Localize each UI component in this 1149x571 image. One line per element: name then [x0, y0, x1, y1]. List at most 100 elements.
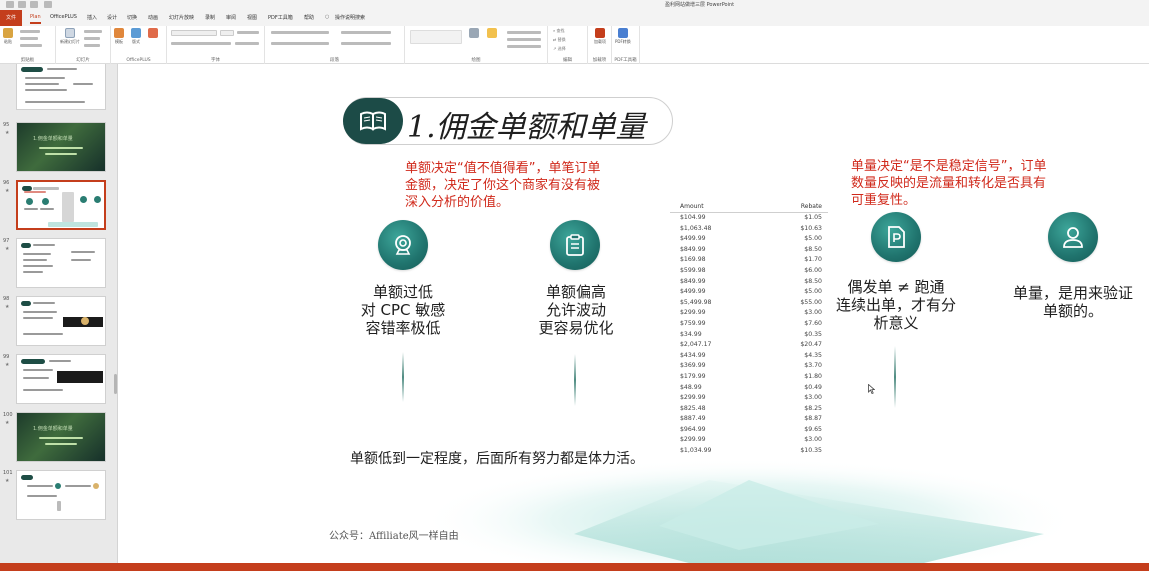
shapes-gallery[interactable] — [410, 30, 462, 44]
table-header: Amount Rebate — [670, 202, 828, 213]
tab-pdf-toolbox[interactable]: PDF工具箱 — [268, 14, 293, 21]
amount-cell: $5,499.98 — [680, 298, 712, 306]
new-slide-button[interactable]: 新建幻灯片 — [60, 28, 80, 45]
layout-label: 版式 — [132, 39, 140, 44]
tell-me-search[interactable]: 操作说明搜索 — [335, 14, 365, 21]
paste-button[interactable]: 粘贴 — [3, 28, 13, 45]
smartart-button[interactable] — [341, 42, 391, 45]
font-color-buttons[interactable] — [235, 42, 259, 45]
rebate-cell: $3.00 — [804, 436, 822, 444]
reset-button[interactable] — [84, 37, 100, 40]
copy-button[interactable] — [20, 37, 38, 40]
shape-outline-button[interactable] — [507, 38, 541, 41]
redo-icon[interactable] — [30, 1, 38, 8]
slide-thumbnail-99[interactable] — [16, 354, 106, 404]
group-officeplus: 模板 版式 OfficePLUS — [111, 26, 167, 64]
find-button[interactable]: ⌕ 查找 — [553, 28, 565, 34]
template-button[interactable]: 模板 — [114, 28, 124, 45]
document-p-icon — [871, 212, 921, 262]
slide-thumbnail-95[interactable]: 1.佣金单额和单量 — [16, 122, 106, 172]
pdf-convert-button[interactable]: PDF转换 — [615, 28, 631, 45]
layout-button[interactable]: 版式 — [131, 28, 141, 45]
slide-thumbnail-100[interactable]: 1.佣金单额和单量 — [16, 412, 106, 462]
font-name-select[interactable] — [171, 30, 217, 36]
right-note[interactable]: 单量决定“是不是稳定信号”，订单 数量反映的是流量和转化是否具有 可重复性。 — [851, 158, 1046, 209]
tab-insert[interactable]: 插入 — [87, 14, 97, 21]
amount-header: Amount — [680, 203, 704, 210]
quick-styles-button[interactable] — [487, 28, 497, 39]
tab-animations[interactable]: 动画 — [148, 14, 158, 21]
font-style-buttons[interactable] — [171, 42, 231, 45]
left-note[interactable]: 单额决定“值不值得看”，单笔订单 金额，决定了你这个商家有没有被 深入分析的价值… — [405, 160, 600, 211]
slide-thumbnail-101[interactable] — [16, 470, 106, 520]
table-row: $887.49 $8.87 — [670, 414, 828, 425]
layout-dropdown[interactable] — [84, 30, 102, 33]
table-row: $849.99 $8.50 — [670, 277, 828, 288]
group-label-officeplus: OfficePLUS — [126, 58, 151, 63]
col3-text[interactable]: 偶发单 ≠ 跑通 连续出单，才有分 析意义 — [826, 278, 966, 332]
tab-view[interactable]: 视图 — [247, 14, 257, 21]
ribbon: 粘贴 剪贴板 新建幻灯片 幻灯片 模板 版式 OfficePLUS 字体 段落 … — [0, 26, 1149, 64]
save-icon[interactable] — [6, 1, 14, 8]
status-bar — [0, 563, 1149, 571]
col1-text[interactable]: 单额过低 对 CPC 敏感 容错率极低 — [344, 283, 462, 337]
right-note-line: 单量决定“是不是稳定信号”，订单 — [851, 159, 1047, 174]
shape-effects-button[interactable] — [507, 45, 541, 48]
section-dropdown[interactable] — [84, 44, 100, 47]
group-pdf-toolbox: PDF转换 PDF工具箱 — [612, 26, 640, 64]
tab-review[interactable]: 审阅 — [226, 14, 236, 21]
footer-text[interactable]: 公众号：Affiliate风一样自由 — [329, 527, 459, 542]
amount-cell: $34.99 — [680, 330, 702, 338]
rebate-cell: $8.25 — [804, 404, 822, 412]
slide-thumbnail-96[interactable] — [16, 180, 106, 230]
thumbnail-pane-scrollbar[interactable] — [114, 374, 117, 394]
amount-cell: $499.99 — [680, 235, 706, 243]
replace-button[interactable]: ⇄ 替换 — [553, 37, 566, 43]
slide-thumbnail[interactable] — [16, 64, 106, 110]
slide-title[interactable]: 1.佣金单额和单量 — [407, 102, 646, 146]
slide-canvas[interactable]: 1.佣金单额和单量 单额决定“值不值得看”，单笔订单 金额，决定了你这个商家有没… — [119, 64, 1149, 563]
star-icon: ★ — [5, 130, 10, 136]
tab-record[interactable]: 录制 — [205, 14, 215, 21]
tab-transitions[interactable]: 切换 — [127, 14, 137, 21]
text-direction-button[interactable] — [341, 31, 391, 34]
font-size-select[interactable] — [220, 30, 234, 36]
bottom-note[interactable]: 单额低到一定程度，后面所有努力都是体力活。 — [350, 450, 662, 469]
addins-label: 加载项 — [594, 39, 606, 44]
slide-thumbnail-98[interactable] — [16, 296, 106, 346]
table-row: $299.99 $3.00 — [670, 308, 828, 319]
addins-button[interactable]: 加载项 — [594, 28, 606, 45]
tab-officeplus[interactable]: OfficePLUS — [50, 14, 77, 20]
tab-plan[interactable]: Plan — [30, 14, 41, 24]
rebate-cell: $9.65 — [804, 425, 822, 433]
col4-text[interactable]: 单量，是用来验证 单额的。 — [993, 284, 1149, 320]
tab-help[interactable]: 帮助 — [304, 14, 314, 21]
slide-thumbnail-97[interactable] — [16, 238, 106, 288]
list-buttons[interactable] — [271, 31, 329, 34]
select-button[interactable]: ↗ 选择 — [553, 46, 566, 52]
table-row: $434.99 $4.35 — [670, 351, 828, 362]
tab-design[interactable]: 设计 — [107, 14, 117, 21]
group-drawing: 绘图 — [405, 26, 548, 64]
rebate-cell: $0.35 — [804, 330, 822, 338]
arrange-button[interactable] — [469, 28, 479, 39]
undo-icon[interactable] — [18, 1, 26, 8]
present-icon[interactable] — [44, 1, 52, 8]
amount-rebate-table[interactable]: Amount Rebate $104.99 $1.05 $1,063.48 $10.6… — [670, 202, 828, 457]
col2-text[interactable]: 单额偏高 允许波动 更容易优化 — [517, 283, 635, 337]
tab-file[interactable]: 文件 — [0, 10, 22, 26]
align-buttons[interactable] — [271, 42, 329, 45]
shape-fill-button[interactable] — [507, 31, 541, 34]
format-painter-button[interactable] — [20, 44, 42, 47]
rebate-cell: $5.00 — [804, 288, 822, 296]
officeplus-extra-button[interactable] — [148, 28, 158, 39]
group-paragraph: 段落 — [265, 26, 405, 64]
tab-slideshow[interactable]: 幻灯片放映 — [169, 14, 194, 21]
font-grow-shrink[interactable] — [237, 31, 259, 34]
addins-icon — [595, 28, 605, 38]
rebate-cell: $3.70 — [804, 362, 822, 370]
layout-icon — [131, 28, 141, 38]
mouse-cursor-icon — [868, 384, 875, 394]
cut-button[interactable] — [20, 30, 40, 33]
amount-cell: $849.99 — [680, 245, 706, 253]
